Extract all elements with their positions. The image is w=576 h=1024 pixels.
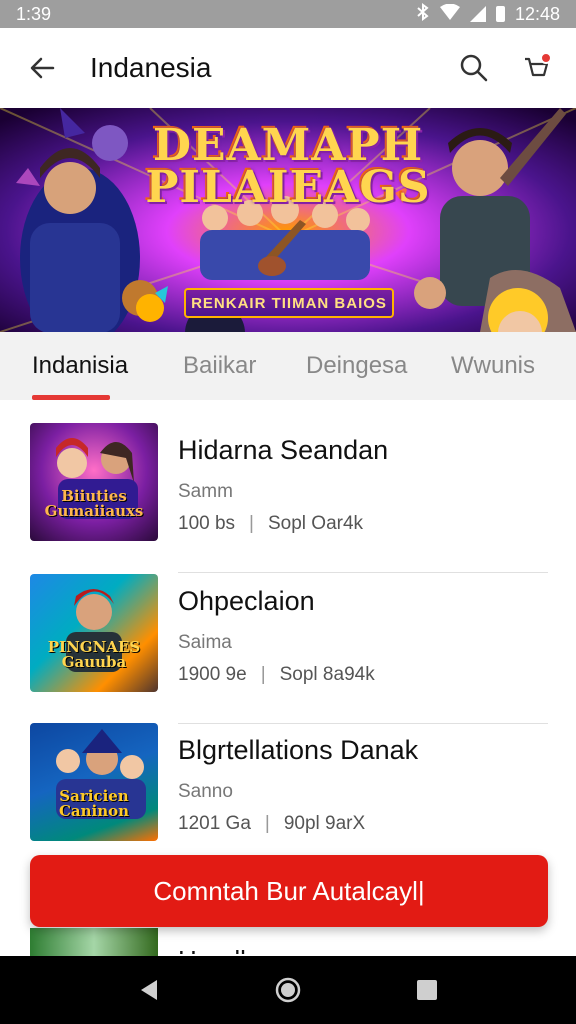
tab-wwunis[interactable]: Wwunis <box>451 332 535 400</box>
divider <box>178 572 548 573</box>
item-thumbnail: Biiuties Gumaiiauxs <box>30 423 158 541</box>
nav-recents-button[interactable] <box>407 970 447 1010</box>
tab-deingesa[interactable]: Deingesa <box>306 332 407 400</box>
system-nav-bar <box>0 956 576 1024</box>
meta-separator: | <box>264 813 270 834</box>
meta-separator: | <box>260 664 266 685</box>
list-item[interactable]: Saricien Caninon Blgrtellations Danak Sa… <box>30 723 548 873</box>
thumbnail-title: Biiuties Gumaiiauxs <box>44 487 144 520</box>
tab-label: Baiikar <box>183 352 257 379</box>
next-item-title: Handlan <box>178 940 298 954</box>
banner-title-line2: PILAIEAGS <box>145 162 431 213</box>
item-downloads: Sopl 8a94k <box>279 664 375 685</box>
item-subtitle: Saima <box>178 632 232 653</box>
status-bar: 1:39 12:48 <box>0 0 576 28</box>
item-meta: 100 bs | Sopl Oar4k <box>178 513 363 535</box>
thumbnail-title: Saricien Caninon <box>58 787 130 820</box>
status-time-left: 1:39 <box>16 3 52 24</box>
status-time-right: 12:48 <box>514 3 560 24</box>
battery-icon <box>495 6 505 22</box>
item-thumbnail: Saricien Caninon <box>30 723 158 841</box>
item-size: 1201 Ga <box>178 813 251 834</box>
notification-badge <box>540 52 552 64</box>
item-downloads: Sopl Oar4k <box>267 513 364 534</box>
item-meta: 1201 Ga | 90pl 9arX <box>178 813 365 835</box>
next-item-thumbnail[interactable] <box>30 928 158 956</box>
tab-label: Wwunis <box>451 352 536 379</box>
item-meta: 1900 9e | Sopl 8a94k <box>178 664 375 686</box>
tab-label: Indanisia <box>32 352 129 379</box>
item-subtitle: Sanno <box>178 781 233 802</box>
thumbnail-title: PINGNAES Gauuba <box>47 638 141 671</box>
primary-cta-button[interactable]: Comntah Bur Autalcayl| <box>30 855 548 927</box>
list-item[interactable]: PINGNAES Gauuba Ohpeclaion Saima 1900 9e… <box>30 574 548 724</box>
tab-indanisia[interactable]: Indanisia <box>32 332 128 400</box>
search-icon <box>460 54 488 82</box>
nav-home-icon <box>275 977 301 1003</box>
meta-separator: | <box>249 513 254 534</box>
list-item[interactable]: Biiuties Gumaiiauxs Hidarna Seandan Samm… <box>30 423 548 573</box>
item-downloads: 90pl 9arX <box>283 813 366 834</box>
item-subtitle: Samm <box>178 481 233 502</box>
search-button[interactable] <box>454 48 494 88</box>
nav-back-button[interactable] <box>129 970 169 1010</box>
item-thumbnail: PINGNAES Gauuba <box>30 574 158 692</box>
item-size: 1900 9e <box>178 664 247 685</box>
nav-home-button[interactable] <box>268 970 308 1010</box>
item-title: Ohpeclaion <box>178 586 315 616</box>
category-tabs: Indanisia Baiikar Deingesa Wwunis <box>0 332 576 400</box>
tab-baiikar[interactable]: Baiikar <box>183 332 256 400</box>
tab-label: Deingesa <box>306 352 408 379</box>
wifi-icon <box>439 3 460 25</box>
banner-subtitle: RENKAIR TIIMAN BAIOS <box>184 288 394 318</box>
page-title: Indanesia <box>90 52 212 83</box>
status-icons: 12:48 <box>416 2 560 26</box>
cart-button[interactable] <box>516 48 556 88</box>
back-arrow-icon <box>30 57 55 79</box>
app-actions <box>454 48 556 88</box>
app-bar: Indanesia <box>0 28 576 108</box>
promo-banner[interactable]: DEAMAPH PILAIEAGS RENKAIR TIIMAN BAIOS <box>0 108 576 332</box>
bluetooth-icon <box>416 2 430 26</box>
item-title: Blgrtellations Danak <box>178 735 419 765</box>
back-button[interactable] <box>20 46 64 90</box>
nav-recents-icon <box>416 980 437 1000</box>
signal-icon <box>469 6 486 22</box>
item-size: 100 bs <box>178 513 236 534</box>
nav-back-icon <box>141 980 158 1000</box>
item-title: Hidarna Seandan <box>178 435 389 465</box>
